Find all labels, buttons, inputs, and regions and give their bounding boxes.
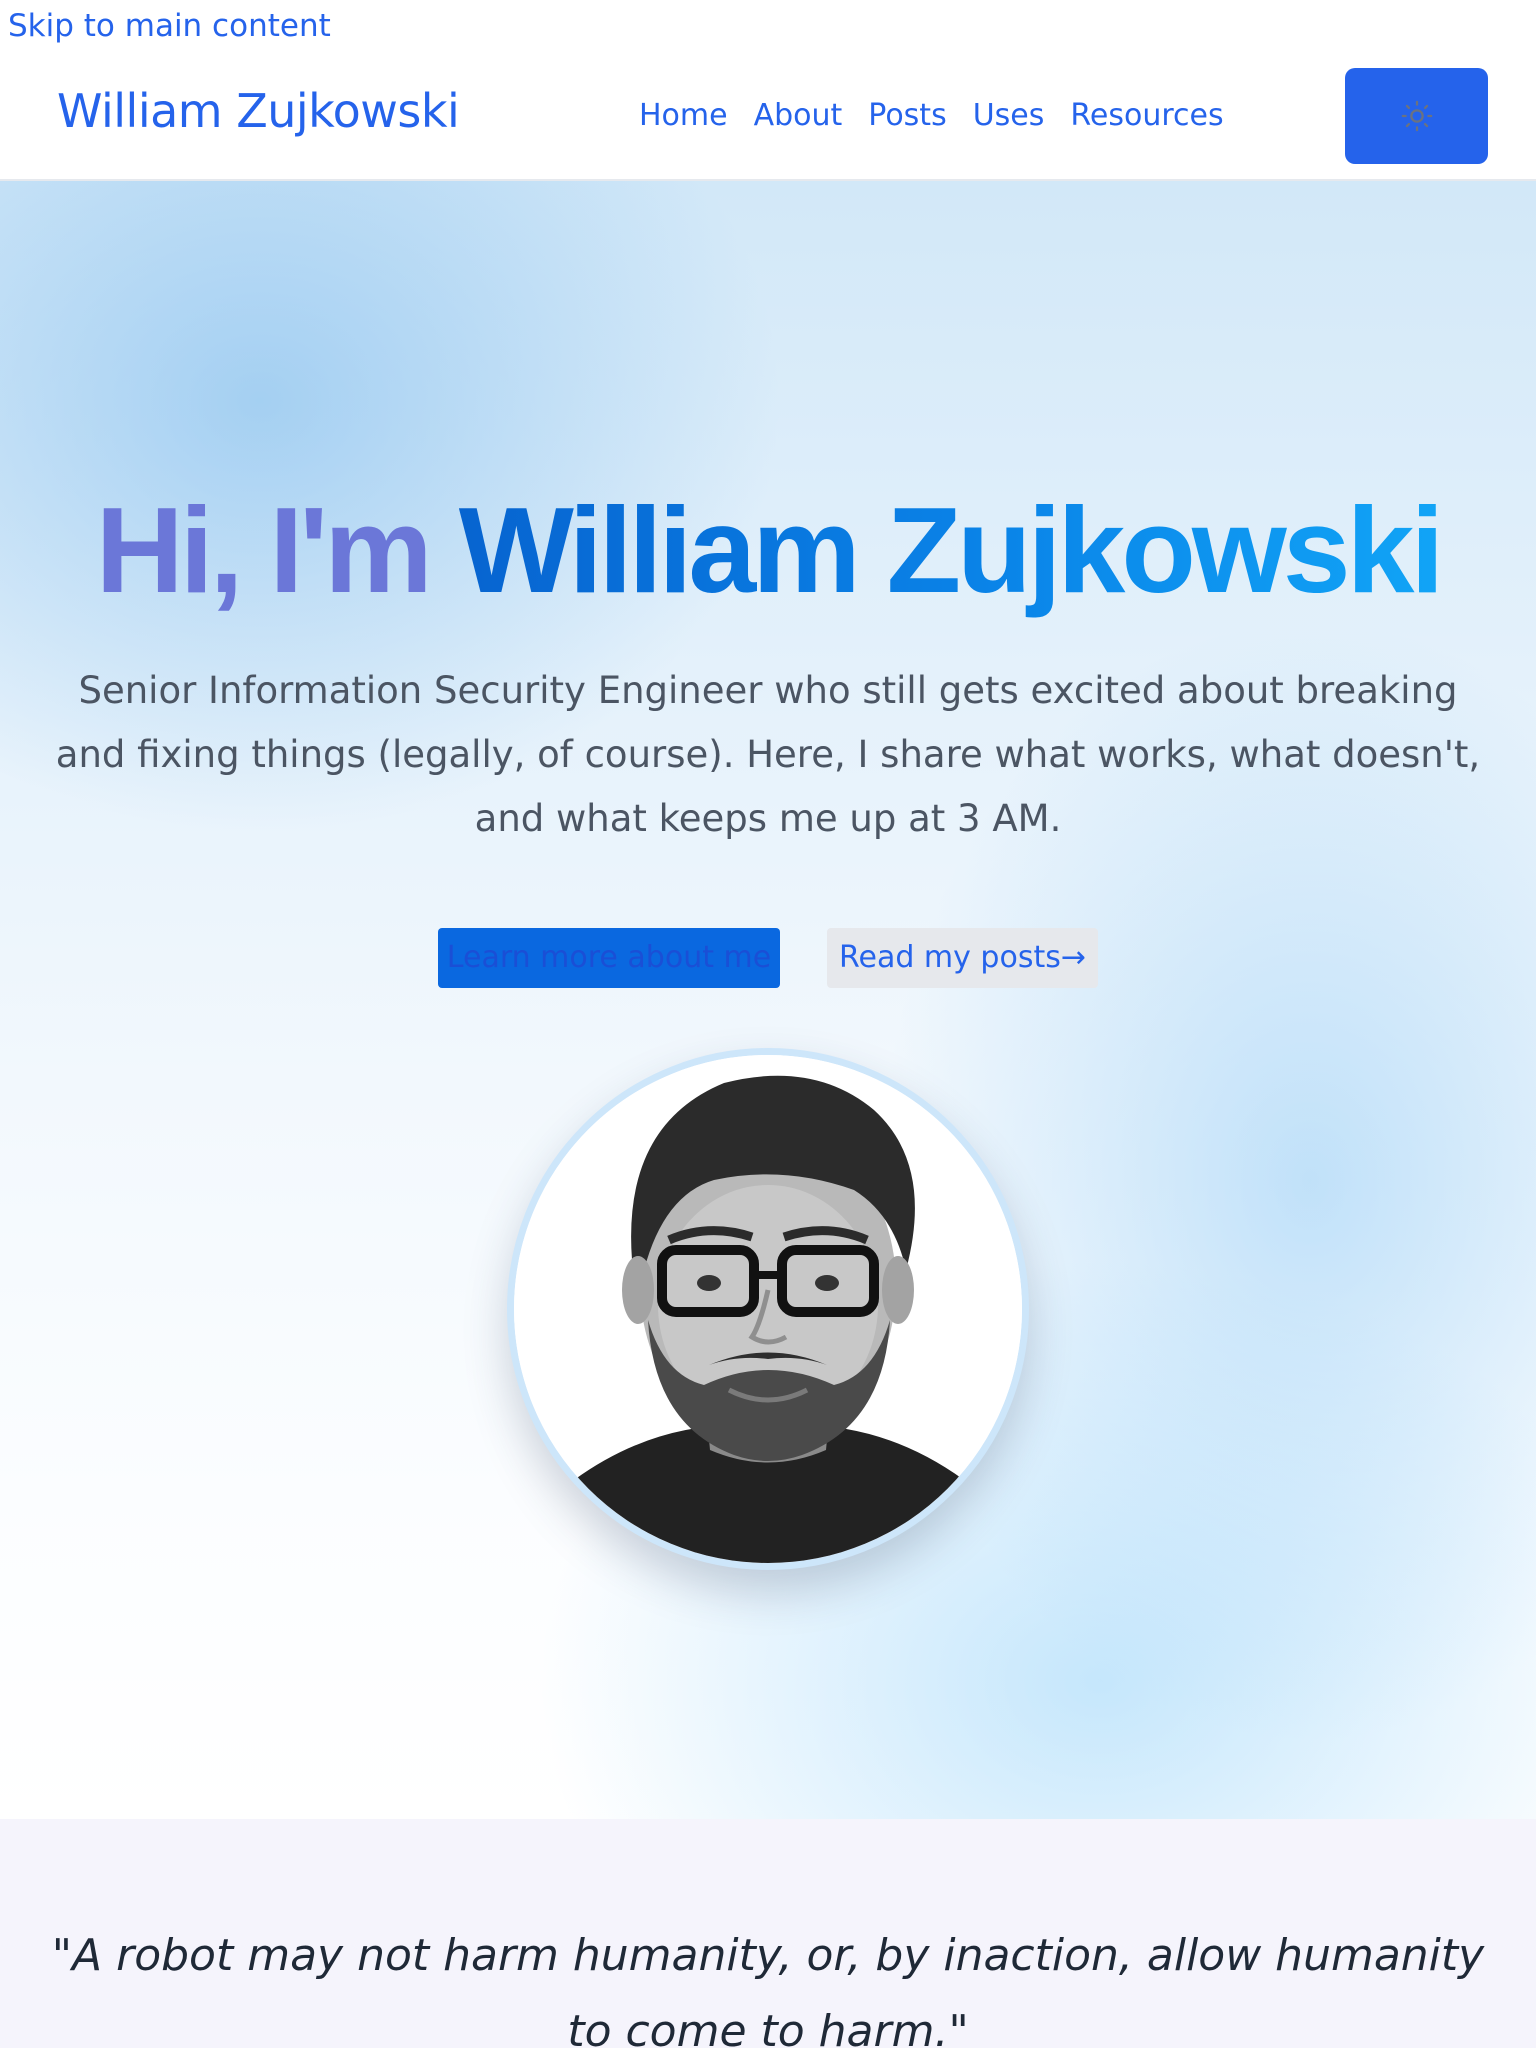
portrait-photo [514,1055,1022,1563]
hero-section: Hi, I'm William Zujkowski Senior Informa… [0,181,1536,1819]
page: Skip to main content William Zujkowski H… [0,0,1536,2048]
quote-section: "A robot may not harm humanity, or, by i… [0,1819,1536,2048]
sun-icon [1401,100,1432,132]
hero-subtitle: Senior Information Security Engineer who… [55,669,1481,840]
arrow-right-icon: → [1060,940,1086,975]
quote-text: "A robot may not harm humanity, or, by i… [51,1930,1485,2048]
avatar [507,1048,1029,1570]
hero-title: Hi, I'm William Zujkowski [0,471,1536,630]
main-nav: Home About Posts Uses Resources [639,98,1224,133]
site-header: William Zujkowski Home About Posts Uses … [0,50,1536,181]
read-posts-label: Read my posts [839,940,1061,975]
nav-uses-link[interactable]: Uses [973,98,1045,133]
nav-home-link[interactable]: Home [639,98,728,133]
nav-posts-link[interactable]: Posts [868,98,946,133]
hero-name: William Zujkowski [458,482,1445,618]
skip-to-content-link[interactable]: Skip to main content [8,8,331,44]
read-posts-button[interactable]: Read my posts→ [827,928,1098,988]
learn-more-button[interactable]: Learn more about me [438,928,780,988]
hero-greeting: Hi, I'm [95,482,459,618]
nav-resources-link[interactable]: Resources [1070,98,1223,133]
nav-about-link[interactable]: About [754,98,843,133]
site-brand-link[interactable]: William Zujkowski [57,84,460,138]
theme-toggle-button[interactable] [1345,68,1488,164]
